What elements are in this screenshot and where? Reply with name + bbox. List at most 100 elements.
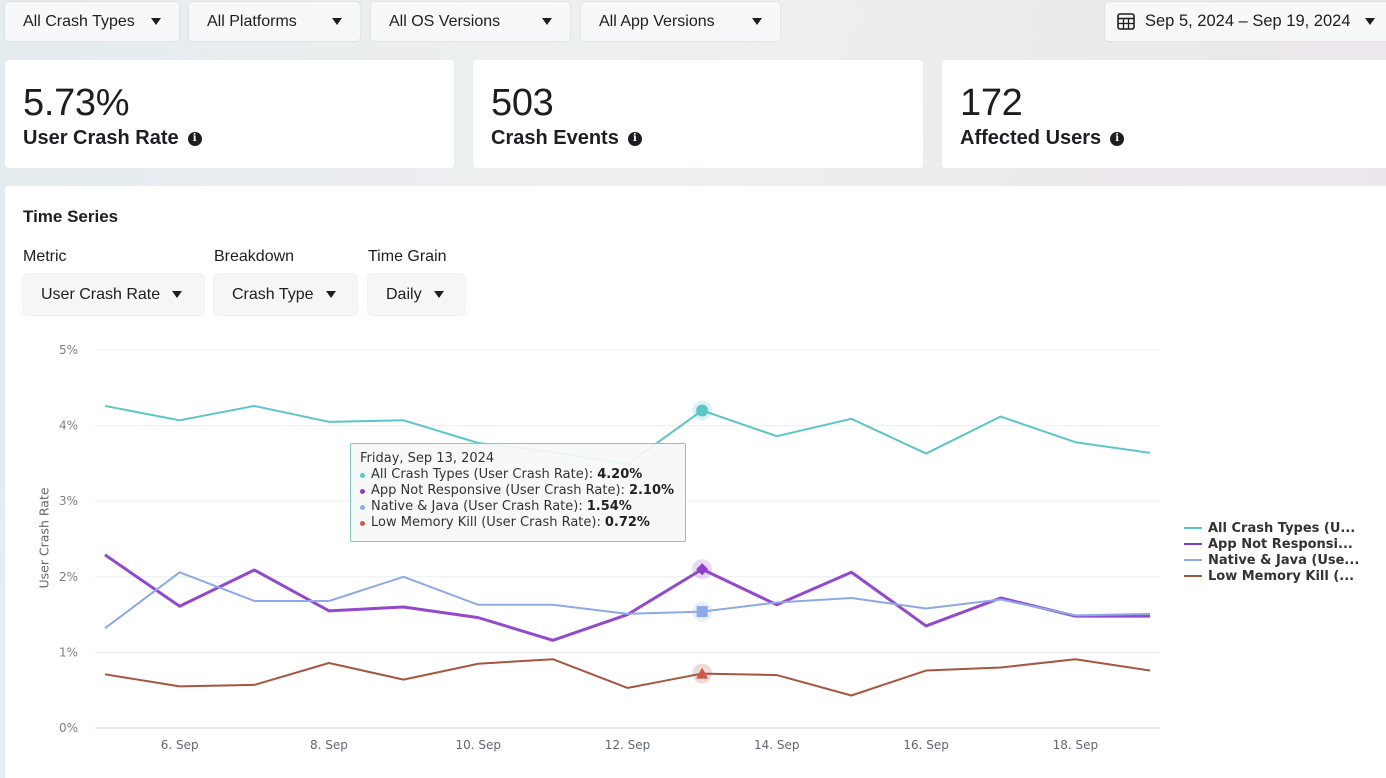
data-point [401,574,407,580]
tooltip-row: Native & Java (User Crash Rate): 1.54% [360,499,676,515]
tooltip-row-value: 4.20% [597,467,643,482]
data-point [401,604,407,610]
data-point [550,602,556,608]
x-axis-ticks: 6. Sep 8. Sep 10. Sep 12. Sep 14. Sep 16. Sep… [161,738,1098,752]
data-point [923,668,929,674]
tooltip-row-value: 0.72% [604,515,650,530]
y-tick-label: 1% [59,645,78,659]
data-point [625,611,631,617]
y-tick-label: 4% [59,419,78,433]
y-axis-label: User Crash Rate [36,487,52,589]
highlight-marker [696,404,709,417]
data-point [251,403,257,409]
data-point [251,682,257,688]
tooltip-row: Low Memory Kill (User Crash Rate): 0.72% [360,515,676,531]
data-point [848,416,854,422]
series-dot-icon [360,472,365,478]
series-dot-icon [360,488,365,494]
data-point [102,403,108,409]
tooltip-row: App Not Responsive (User Crash Rate): 2.… [360,483,676,499]
data-point [401,417,407,423]
data-point [998,596,1004,602]
y-tick-label: 2% [59,570,78,584]
data-point [774,433,780,439]
data-point [1072,439,1078,445]
x-tick-label: 16. Sep [903,738,949,752]
data-point [102,625,108,631]
data-point [550,656,556,662]
legend-item-low-memory-kill[interactable]: Low Memory Kill (... [1184,568,1359,584]
data-point [475,661,481,667]
y-tick-label: 5% [59,343,78,357]
data-point [550,637,556,643]
y-tick-label: 0% [59,721,78,735]
data-point [326,598,332,604]
legend-swatch-icon [1184,574,1202,578]
data-point [177,683,183,689]
series-dot-icon [360,520,365,526]
data-point [848,595,854,601]
legend-label: Native & Java (Use... [1208,552,1360,568]
legend-label: Low Memory Kill (... [1208,568,1355,584]
data-point [326,419,332,425]
legend-swatch-icon [1184,558,1202,562]
data-point [102,671,108,677]
data-point [774,672,780,678]
legend-item-app-not-responsive[interactable]: App Not Responsi... [1184,536,1359,552]
data-point [475,602,481,608]
series-dot-icon [360,504,365,510]
data-point [1147,450,1153,456]
x-tick-label: 12. Sep [605,738,651,752]
data-point [401,677,407,683]
highlight-marker [696,606,708,618]
chart-legend: All Crash Types (U... App Not Responsi..… [1184,520,1359,584]
data-point [998,414,1004,420]
data-point [923,623,929,629]
chart-tooltip: Friday, Sep 13, 2024 All Crash Types (Us… [350,443,686,542]
tooltip-row-label: App Not Responsive (User Crash Rate): [371,483,625,498]
data-point [177,569,183,575]
legend-swatch-icon [1184,542,1202,546]
tooltip-row-value: 1.54% [586,499,632,514]
legend-label: All Crash Types (U... [1208,520,1356,536]
data-point [1147,611,1153,617]
data-point [625,685,631,691]
legend-item-native-java[interactable]: Native & Java (Use... [1184,552,1359,568]
data-point [998,665,1004,671]
data-point [326,660,332,666]
y-axis-ticks: 0% 1% 2% 3% 4% 5% [59,343,78,735]
tooltip-row-label: Low Memory Kill (User Crash Rate): [371,515,601,530]
data-point [102,552,108,558]
data-point [177,417,183,423]
legend-swatch-icon [1184,526,1202,530]
time-series-chart[interactable]: 0% 1% 2% 3% 4% 5% 6. Sep 8. Sep 10. Sep 12. Sep 1… [0,0,1386,778]
legend-label: App Not Responsi... [1208,536,1353,552]
data-point [923,451,929,457]
data-point [774,600,780,606]
x-tick-label: 10. Sep [455,738,501,752]
y-tick-label: 3% [59,494,78,508]
x-tick-label: 6. Sep [161,738,199,752]
data-point [1072,612,1078,618]
x-tick-label: 8. Sep [310,738,348,752]
data-point [923,606,929,612]
data-point [326,608,332,614]
data-point [251,598,257,604]
tooltip-date: Friday, Sep 13, 2024 [360,451,495,466]
data-point [475,615,481,621]
data-point [848,569,854,575]
tooltip-row-value: 2.10% [628,483,675,498]
legend-item-all-crash-types[interactable]: All Crash Types (U... [1184,520,1359,536]
tooltip-row-label: All Crash Types (User Crash Rate): [371,467,594,482]
data-point [251,567,257,573]
tooltip-row-label: Native & Java (User Crash Rate): [371,499,583,514]
x-tick-label: 14. Sep [754,738,800,752]
x-tick-label: 18. Sep [1053,738,1099,752]
data-point [1147,668,1153,674]
data-point [177,603,183,609]
data-point [1072,656,1078,662]
data-point [848,692,854,698]
series-line [104,553,1150,642]
series-line [104,571,1151,630]
tooltip-row: All Crash Types (User Crash Rate): 4.20% [360,467,676,483]
